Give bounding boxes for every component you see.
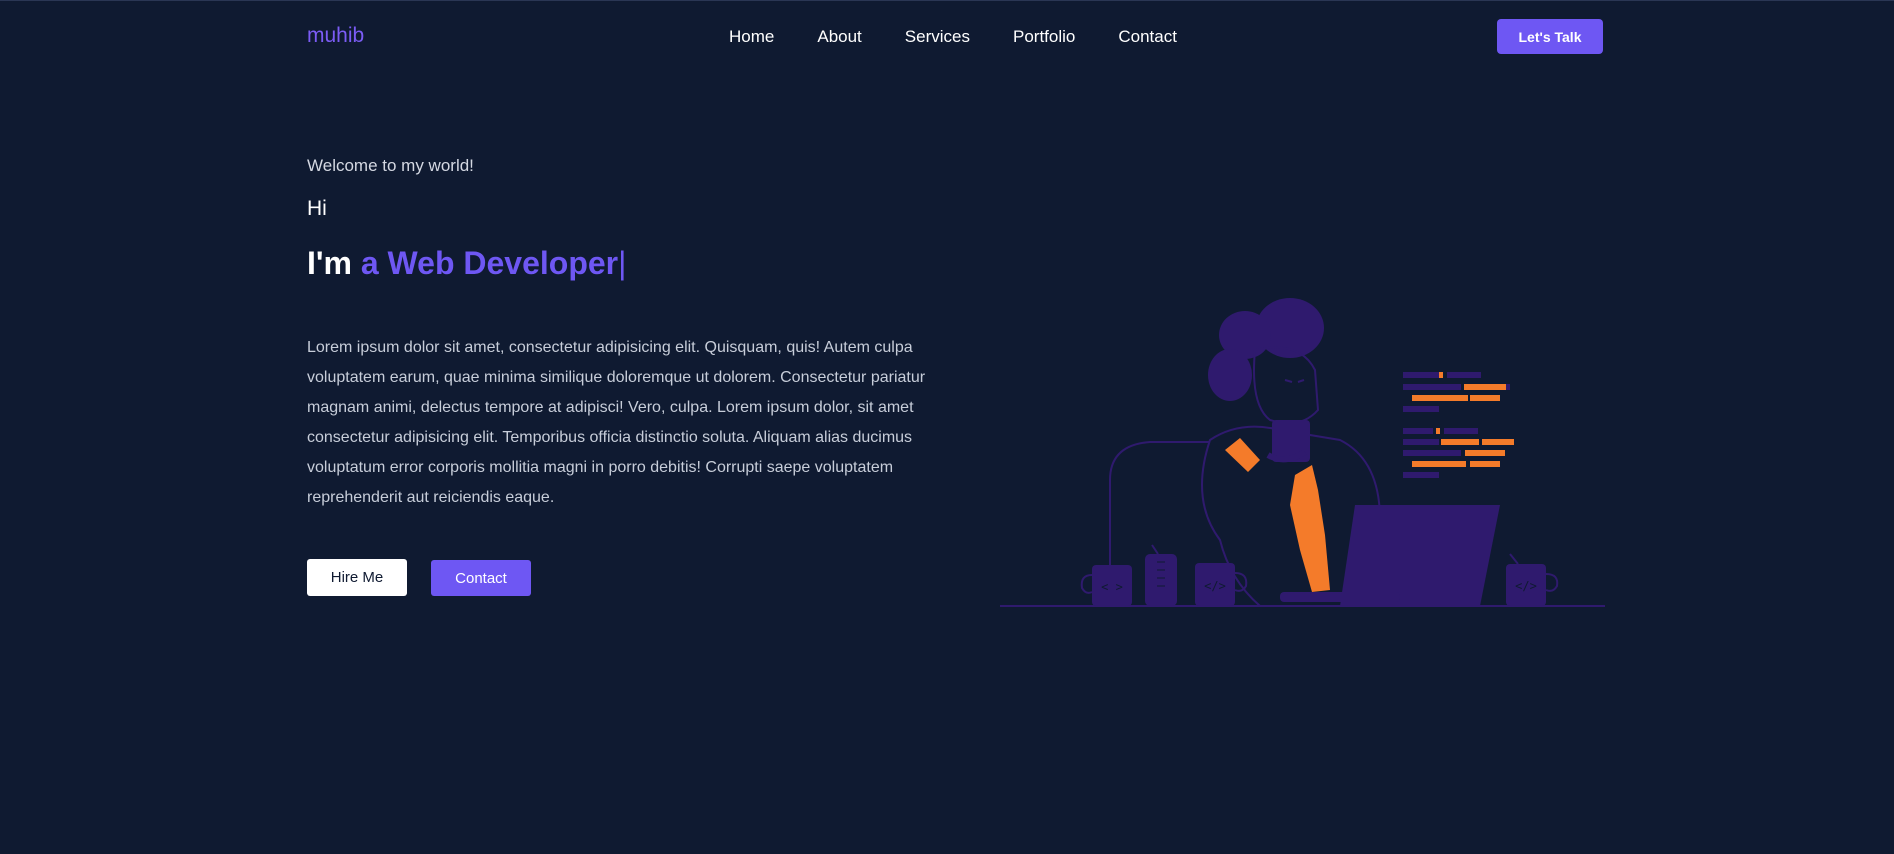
typing-cursor: | [618,245,627,281]
hire-me-button[interactable]: Hire Me [307,559,407,596]
site-logo[interactable]: muhib [307,24,364,48]
face [1253,346,1320,425]
main-nav: Home About Services Portfolio Contact [729,27,1177,47]
code-block-bottom [1403,428,1514,478]
nav-contact[interactable]: Contact [1118,27,1177,47]
headline-role: a Web Developer [360,245,619,281]
mug-middle-label: </> [1204,579,1226,593]
greeting-text: Hi [307,197,327,220]
nav-portfolio[interactable]: Portfolio [1013,27,1075,47]
nav-about[interactable]: About [817,27,861,47]
hero-paragraph: Lorem ipsum dolor sit amet, consectetur … [307,339,926,506]
top-border [0,0,1894,1]
orange-sleeve-left [1225,438,1260,472]
orange-arm-right [1290,465,1330,592]
laptop-screen [1340,505,1500,606]
laptop-base [1280,592,1400,602]
mug-left: < > [1080,565,1132,606]
page: muhib Home About Services Portfolio Cont… [0,0,1894,854]
headline-prefix: I'm [307,245,352,281]
developer-illustration: < > </> </> [1000,298,1605,607]
lets-talk-button[interactable]: Let's Talk [1497,19,1603,54]
contact-button[interactable]: Contact [431,560,531,596]
code-block-top [1403,372,1510,412]
welcome-text: Welcome to my world! [307,156,474,175]
nav-home[interactable]: Home [729,27,774,47]
hero-headline: I'm a Web Developer| [307,245,626,282]
mug-right-label: </> [1515,579,1537,593]
mug-middle: </> [1195,563,1248,606]
mug-left-label: < > [1101,580,1123,594]
soda-can [1145,544,1177,606]
nav-services[interactable]: Services [905,27,970,47]
mug-right: </> [1506,553,1559,606]
